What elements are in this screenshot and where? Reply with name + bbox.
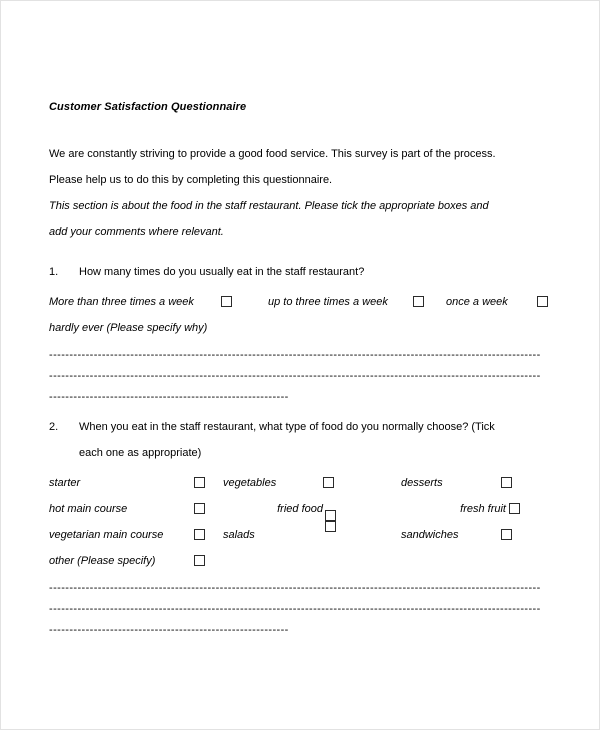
option-label-more-than-three-times-a-week: More than three times a week — [49, 296, 194, 308]
checkbox-starter[interactable] — [194, 477, 205, 488]
checkbox-vegetarian-main-course[interactable] — [194, 529, 205, 540]
checkbox-desserts[interactable] — [501, 477, 512, 488]
question-1-option-row-2: hardly ever (Please specify why) — [49, 315, 553, 341]
option-label-once-a-week: once a week — [446, 296, 508, 308]
option-label-other: other (Please specify) — [49, 555, 156, 567]
checkbox-fried-food-upper[interactable] — [325, 510, 336, 521]
question-2-answer-rule-1[interactable]: ----------------------------------------… — [49, 578, 553, 599]
question-2-text-line-1: When you eat in the staff restaurant, wh… — [79, 421, 495, 433]
question-2-answer-rule-3[interactable]: ----------------------------------------… — [49, 620, 307, 641]
checkbox-more-than-three-times-a-week[interactable] — [221, 296, 232, 307]
question-1-option-row-1: More than three times a week up to three… — [49, 289, 553, 315]
checkbox-fresh-fruit[interactable] — [509, 503, 520, 514]
question-2-option-row-1: starter vegetables desserts — [49, 470, 553, 496]
question-2-answer-rule-2[interactable]: ----------------------------------------… — [49, 599, 553, 620]
option-label-desserts: desserts — [401, 477, 443, 489]
document-page: Customer Satisfaction Questionnaire We a… — [0, 0, 600, 730]
question-2-number: 2. — [49, 421, 59, 433]
option-label-salads: salads — [223, 529, 255, 541]
page-title: Customer Satisfaction Questionnaire — [49, 101, 247, 113]
question-1-text: How many times do you usually eat in the… — [79, 266, 365, 278]
instruction-line-1: This section is about the food in the st… — [49, 200, 489, 212]
question-2-option-row-3: vegetarian main course salads sandwiches — [49, 522, 553, 548]
option-label-starter: starter — [49, 477, 81, 489]
question-2-text-line-2: each one as appropriate) — [79, 447, 202, 459]
question-2-continued: each one as appropriate) — [49, 440, 553, 466]
instruction-line-2: add your comments where relevant. — [49, 226, 224, 238]
checkbox-vegetables[interactable] — [323, 477, 334, 488]
option-label-vegetarian-main-course: vegetarian main course — [49, 529, 164, 541]
question-1: 1. How many times do you usually eat in … — [49, 259, 553, 285]
question-2-option-row-4: other (Please specify) — [49, 548, 553, 574]
question-1-answer-rule-2[interactable]: ----------------------------------------… — [49, 366, 553, 387]
checkbox-hot-main-course[interactable] — [194, 503, 205, 514]
option-label-hot-main-course: hot main course — [49, 503, 128, 515]
checkbox-up-to-three-times-a-week[interactable] — [413, 296, 424, 307]
question-1-answer-rule-3[interactable]: ----------------------------------------… — [49, 387, 307, 408]
question-2-option-row-2: hot main course fried food fresh fruit — [49, 496, 553, 532]
checkbox-sandwiches[interactable] — [501, 529, 512, 540]
option-label-fried-food: fried food — [277, 503, 323, 515]
intro-line-1: We are constantly striving to provide a … — [49, 148, 496, 160]
question-1-number: 1. — [49, 266, 59, 278]
option-label-sandwiches: sandwiches — [401, 529, 459, 541]
option-label-up-to-three-times-a-week: up to three times a week — [268, 296, 388, 308]
question-2: 2. When you eat in the staff restaurant,… — [49, 414, 553, 440]
option-label-hardly-ever: hardly ever (Please specify why) — [49, 322, 208, 334]
option-label-vegetables: vegetables — [223, 477, 277, 489]
checkbox-once-a-week[interactable] — [537, 296, 548, 307]
checkbox-other[interactable] — [194, 555, 205, 566]
question-1-answer-rule-1[interactable]: ----------------------------------------… — [49, 345, 553, 366]
intro-line-2: Please help us to do this by completing … — [49, 174, 333, 186]
option-label-fresh-fruit: fresh fruit — [460, 503, 506, 515]
document-body: Customer Satisfaction Questionnaire We a… — [49, 99, 553, 641]
